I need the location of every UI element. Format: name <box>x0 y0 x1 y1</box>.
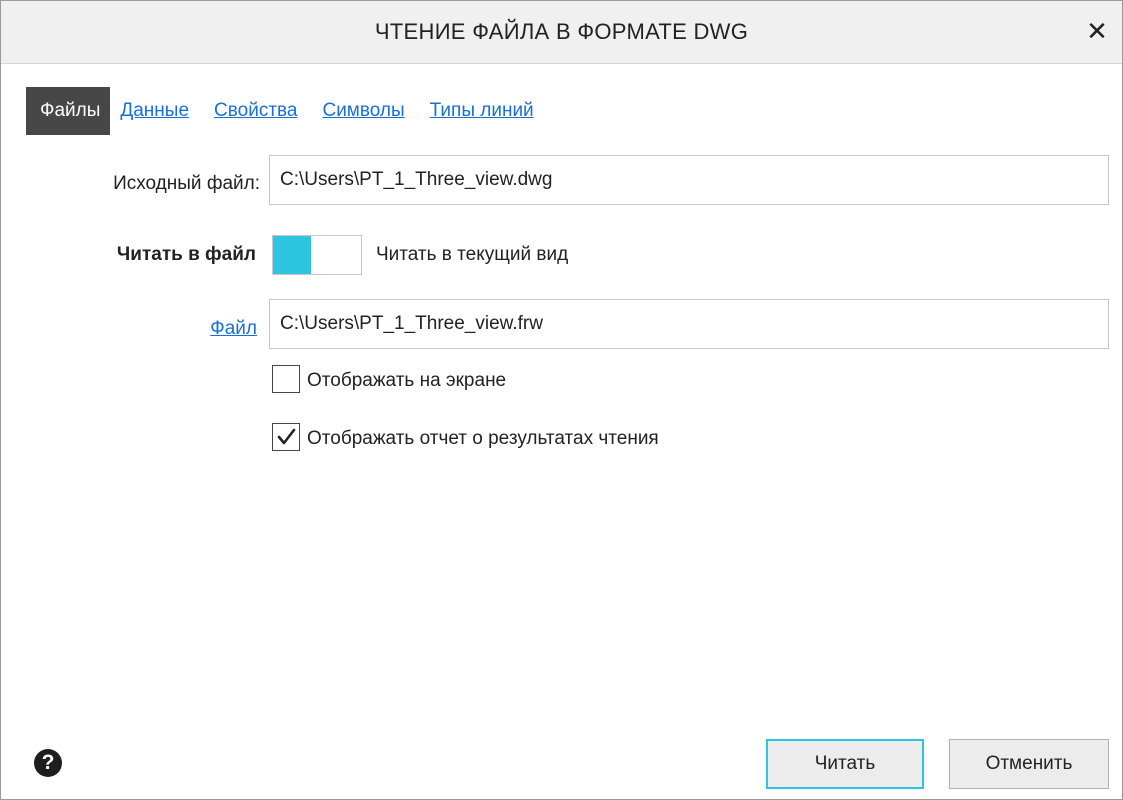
tab-bar: Файлы Данные Свойства Символы Типы линий <box>26 87 559 135</box>
checkmark-icon <box>277 428 296 445</box>
tab-line-types[interactable]: Типы линий <box>430 100 534 122</box>
show-on-screen-checkbox[interactable] <box>272 365 300 393</box>
read-button[interactable]: Читать <box>766 739 924 789</box>
read-to-current-view-label: Читать в текущий вид <box>376 244 569 265</box>
source-file-label: Исходный файл: <box>113 173 260 194</box>
title-bar[interactable]: ЧТЕНИЕ ФАЙЛА В ФОРМАТЕ DWG ✕ <box>1 1 1122 64</box>
tab-properties[interactable]: Свойства <box>214 100 297 122</box>
file-link[interactable]: Файл <box>210 318 257 340</box>
read-to-file-label: Читать в файл <box>116 244 256 265</box>
help-icon[interactable]: ? <box>34 749 62 777</box>
dialog-window: ЧТЕНИЕ ФАЙЛА В ФОРМАТЕ DWG ✕ Файлы Данны… <box>0 0 1123 800</box>
toggle-knob <box>273 236 311 274</box>
close-icon[interactable]: ✕ <box>1080 14 1114 48</box>
read-mode-toggle[interactable] <box>272 235 362 275</box>
dialog-title: ЧТЕНИЕ ФАЙЛА В ФОРМАТЕ DWG <box>374 19 749 44</box>
source-file-input[interactable]: C:\Users\PT_1_Three_view.dwg <box>269 155 1109 205</box>
tab-data[interactable]: Данные <box>120 100 189 122</box>
show-report-label: Отображать отчет о результатах чтения <box>307 428 659 449</box>
cancel-button[interactable]: Отменить <box>949 739 1109 789</box>
show-report-checkbox[interactable] <box>272 423 300 451</box>
tab-files[interactable]: Файлы <box>26 87 111 135</box>
tab-symbols[interactable]: Символы <box>322 100 404 122</box>
target-file-input[interactable]: C:\Users\PT_1_Three_view.frw <box>269 299 1109 349</box>
show-on-screen-label: Отображать на экране <box>307 370 507 391</box>
